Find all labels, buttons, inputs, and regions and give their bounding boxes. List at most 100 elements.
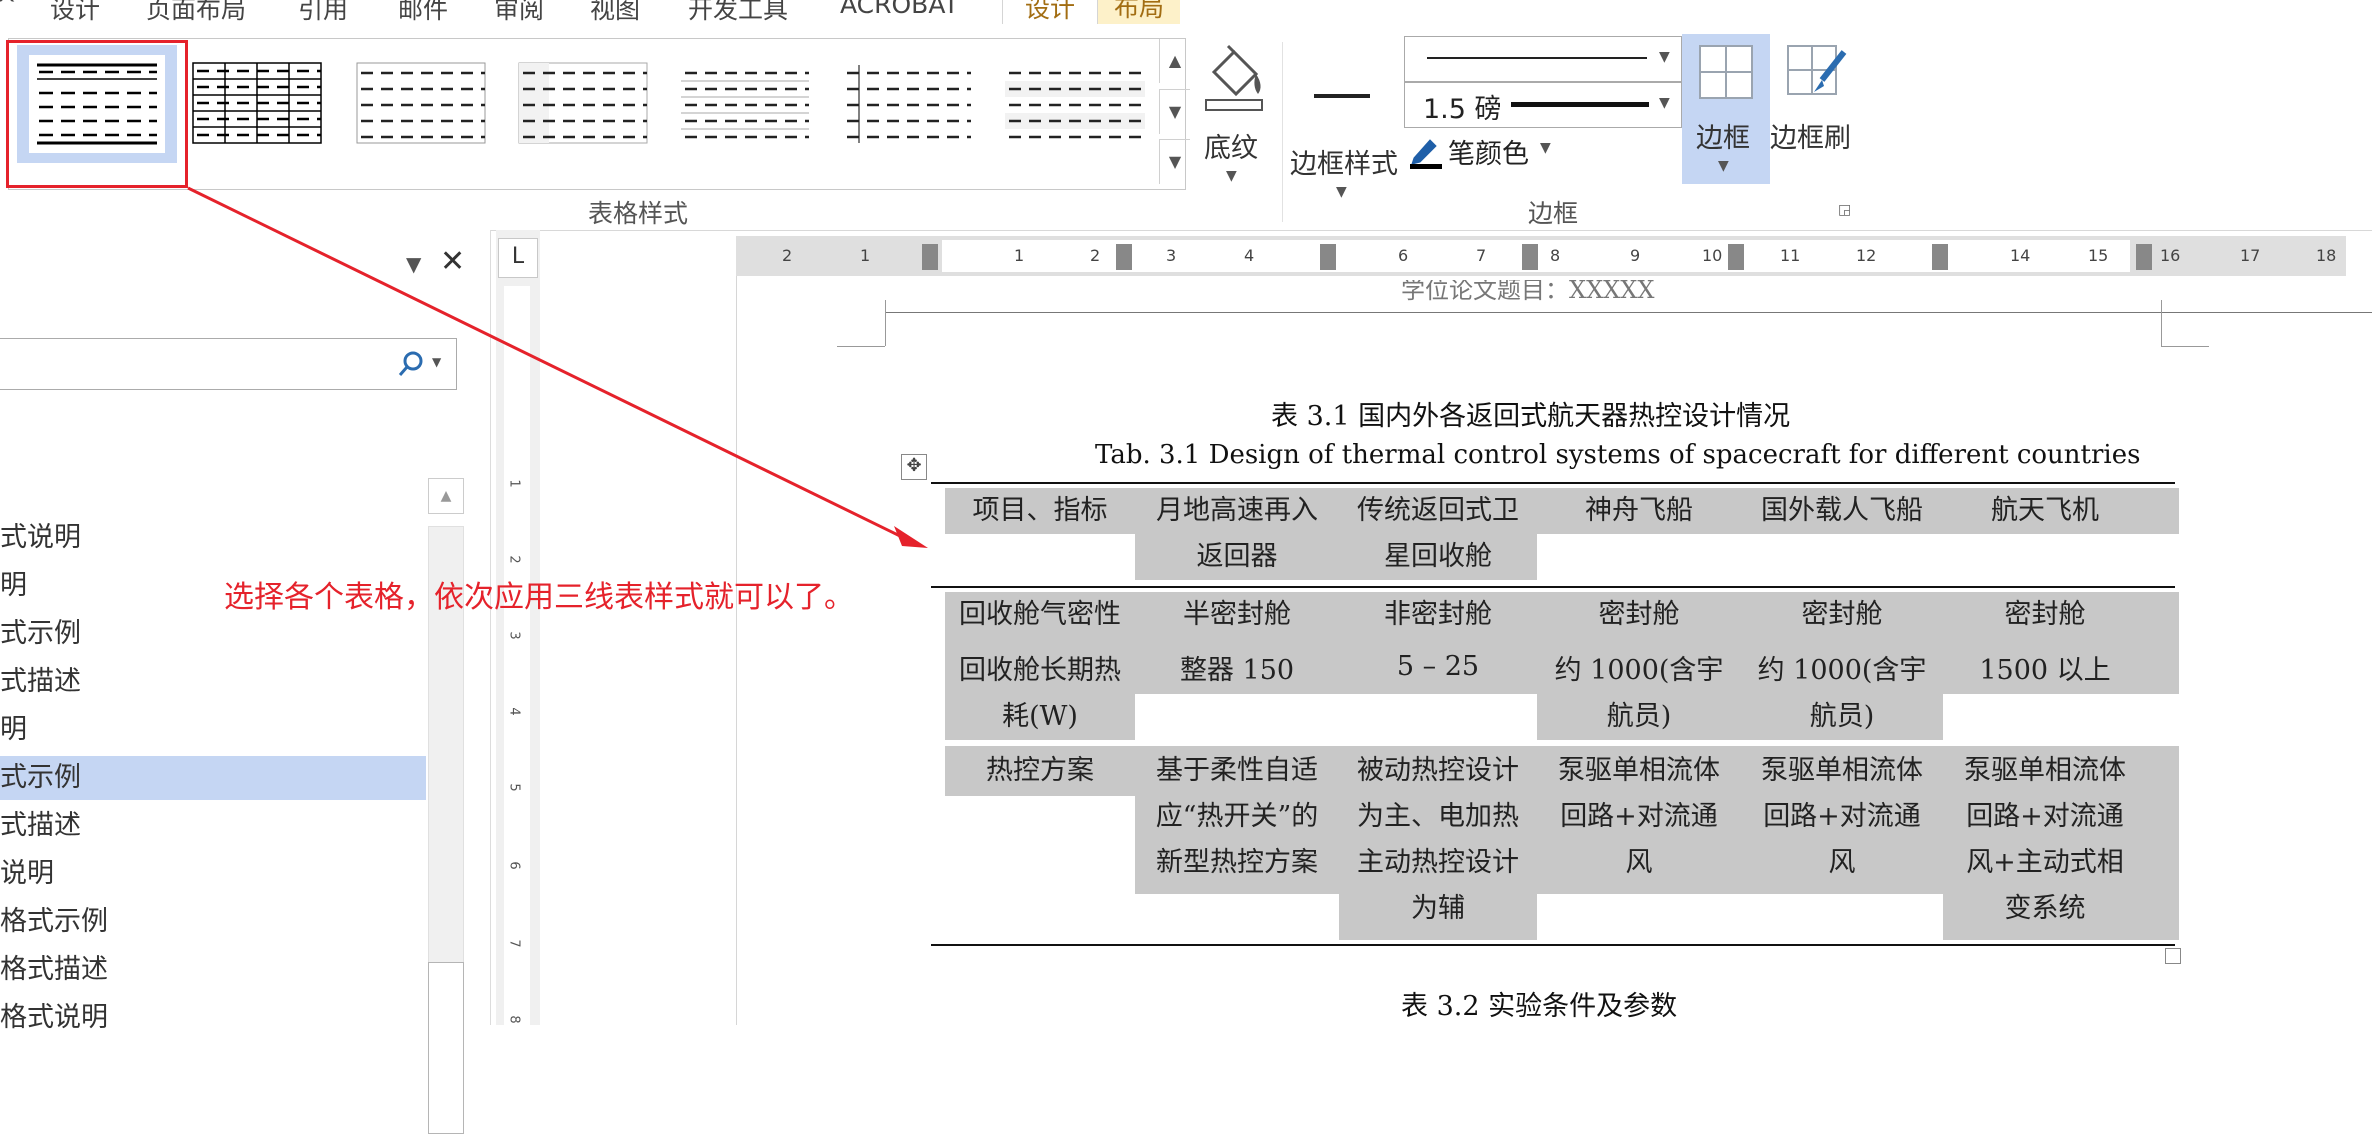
nav-item[interactable]: 式描述 (0, 660, 426, 704)
chevron-down-icon[interactable]: ▼ (432, 355, 441, 369)
menu-tab-design-doc[interactable]: 设计 (50, 0, 100, 26)
border-painter-label: 边框刷 (1770, 123, 1851, 154)
table-cell: 热控方案 (986, 755, 1094, 786)
line-weight-preview (1511, 102, 1649, 107)
table-cell: 回收舱长期热 耗(W) (959, 655, 1121, 732)
table-style-plain-5[interactable] (1001, 53, 1151, 153)
nav-item[interactable]: 格式示例 (0, 900, 426, 944)
menu-tab-developer[interactable]: 开发工具 (688, 0, 788, 26)
column-marker[interactable] (1320, 244, 1336, 270)
table-header-cell: 项目、指标 (972, 495, 1108, 526)
table-style-plain-4[interactable] (839, 53, 975, 153)
column-marker[interactable] (922, 244, 938, 270)
table-resize-handle[interactable] (2165, 948, 2181, 964)
nav-item[interactable]: 格式说明 (0, 996, 426, 1040)
table-style-grid[interactable] (189, 53, 325, 153)
table-header-cell: 国外载人飞船 (1761, 495, 1923, 526)
pen-color-button[interactable]: 笔颜色 ▼ (1406, 132, 1566, 172)
search-input[interactable]: ▼ (0, 338, 457, 390)
table-cell: 密封舱 (1598, 599, 1680, 630)
table-header-cell: 月地高速再入 返回器 (1156, 495, 1318, 572)
search-icon (398, 351, 423, 376)
nav-item[interactable]: 说明 (0, 852, 426, 896)
gallery-scroll-down-button[interactable]: ▼ (1159, 89, 1190, 134)
table-caption-en: Tab. 3.1 Design of thermal control syste… (1095, 440, 2141, 470)
table-header-rule (931, 586, 2175, 588)
line-style-preview (1427, 57, 1647, 59)
menu-tab-table-layout[interactable]: 布局 (1098, 0, 1181, 24)
dialog-launcher-icon[interactable]: ◲ (1838, 202, 1851, 218)
menu-tab-page-layout[interactable]: 页面布局 (146, 0, 246, 26)
chevron-down-icon: ▼ (1659, 49, 1670, 65)
chevron-down-icon: ▼ (1226, 168, 1237, 184)
table-cell: 约 1000(含宇 航员) (1554, 655, 1724, 732)
menu-tab-mailings[interactable]: 邮件 (398, 0, 448, 26)
column-marker[interactable] (2136, 244, 2152, 270)
table-cell: 非密封舱 (1384, 599, 1492, 630)
table-cell: 约 1000(含宇 航员) (1757, 655, 1927, 732)
nav-item[interactable]: 明 (0, 708, 426, 752)
border-styles-label: 边框样式 (1290, 149, 1398, 180)
table-cell: 泵驱单相流体 回路+对流通风 (1558, 755, 1720, 878)
table-style-plain-1[interactable] (353, 53, 489, 153)
column-marker[interactable] (1116, 244, 1132, 270)
shading-button[interactable]: 底纹 ▼ (1196, 38, 1276, 208)
table-caption-cn: 表 3.1 国内外各返回式航天器热控设计情况 (1271, 401, 1791, 432)
vertical-ruler-strip: 1 2 3 4 5 6 7 8 (504, 286, 530, 1025)
table-cell: 整器 150 (1179, 655, 1295, 686)
ribbon-separator (1282, 42, 1283, 222)
nav-item-selected[interactable]: 式示例 (0, 756, 426, 800)
gallery-more-button[interactable]: ▼ (1159, 139, 1190, 184)
margin-mark (2161, 300, 2162, 346)
table-style-plain-2[interactable] (515, 53, 651, 153)
line-weight-value: 1.5 磅 (1423, 94, 1502, 125)
menu-tab-view[interactable]: 视图 (590, 0, 640, 26)
line-style-dropdown[interactable]: ▼ (1404, 36, 1682, 82)
column-marker[interactable] (1522, 244, 1538, 270)
selected-style-highlight (6, 40, 188, 188)
table-cell: 5 – 25 (1396, 651, 1480, 682)
line-weight-dropdown[interactable]: 1.5 磅 ▼ (1404, 82, 1682, 128)
table-cell: 密封舱 (1801, 599, 1883, 630)
header-line (885, 312, 2372, 313)
table-cell: 泵驱单相流体 回路+对流通 风+主动式相 变系统 (1964, 755, 2126, 924)
nav-item[interactable]: 式说明 (0, 516, 426, 560)
table-cell: 密封舱 (2004, 599, 2086, 630)
close-icon[interactable]: ✕ (440, 244, 465, 279)
menu-tab-references[interactable]: 引用 (298, 0, 348, 26)
chevron-down-icon: ▼ (1659, 95, 1670, 111)
table-move-handle-icon[interactable]: ✥ (901, 454, 927, 480)
table-bottom-rule (931, 944, 2175, 946)
menu-tab-table-design[interactable]: 设计 (1002, 0, 1099, 25)
nav-item[interactable]: 格式描述 (0, 948, 426, 992)
chevron-down-icon: ▼ (1336, 184, 1347, 200)
table-style-plain-3[interactable] (677, 53, 813, 153)
border-styles-button[interactable]: 边框样式 ▼ (1288, 54, 1408, 214)
table-cell: 被动热控设计 为主、电加热 主动热控设计 为辅 (1357, 755, 1519, 924)
table-styles-group-label: 表格样式 (588, 199, 689, 228)
borders-group-label: 边框 (1528, 199, 1579, 228)
table-cell: 1500 以上 (1979, 655, 2111, 686)
tab-selector-icon[interactable]: L (498, 238, 538, 278)
border-painter-icon (1787, 45, 1847, 95)
border-painter-button[interactable]: 边框刷 (1770, 34, 1860, 164)
scroll-thumb[interactable] (428, 962, 464, 1134)
nav-scrollbar[interactable]: ▲ (428, 478, 464, 1134)
menu-tab-collapse[interactable]: ^ (0, 0, 17, 19)
borders-button[interactable]: 边框 ▼ (1682, 34, 1770, 184)
page-header-text: 学位论文题目：XXXXX (1401, 276, 1655, 304)
table-header-cell: 航天飞机 (1991, 495, 2099, 526)
table2-caption-cn: 表 3.2 实验条件及参数 (1401, 991, 1678, 1022)
table-cell: 半密封舱 (1183, 599, 1291, 630)
menu-tab-review[interactable]: 审阅 (494, 0, 544, 26)
scroll-up-icon[interactable]: ▲ (428, 478, 464, 514)
nav-item[interactable]: 式示例 (0, 612, 426, 656)
column-marker[interactable] (1932, 244, 1948, 270)
pen-color-label: 笔颜色 (1448, 139, 1529, 170)
menu-tab-acrobat[interactable]: ACROBAT (840, 0, 959, 19)
nav-item[interactable]: 式描述 (0, 804, 426, 848)
chevron-down-icon[interactable]: ▼ (406, 252, 421, 276)
chevron-down-icon: ▼ (1540, 140, 1551, 156)
column-marker[interactable] (1728, 244, 1744, 270)
gallery-scroll-up-button[interactable]: ▲ (1159, 39, 1190, 83)
